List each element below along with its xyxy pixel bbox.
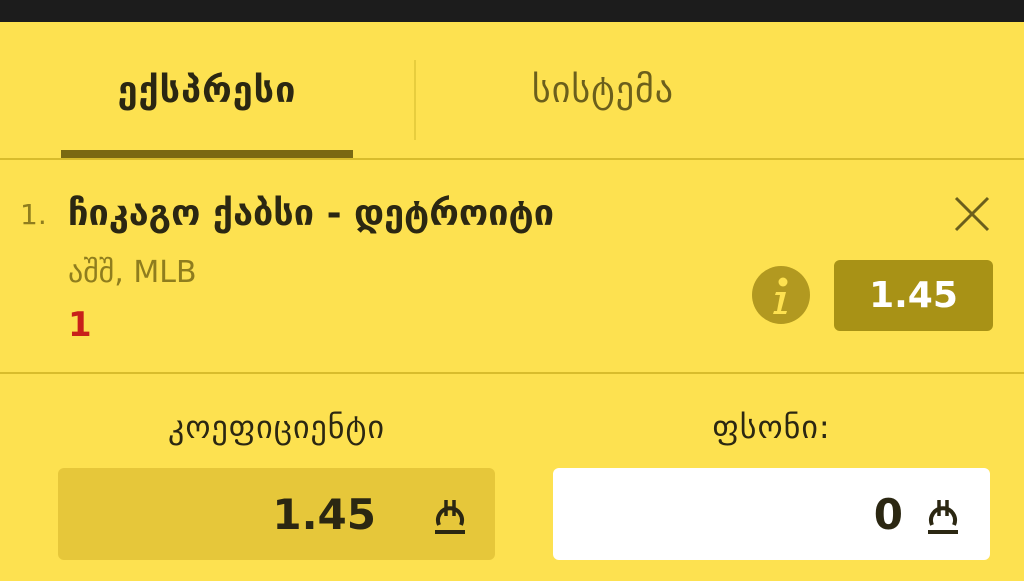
- divider: [0, 372, 1024, 374]
- event-league: აშშ, MLB: [68, 255, 197, 290]
- total-coefficient-value: 1.45: [272, 489, 376, 539]
- stake-label: ფსონი:: [712, 408, 831, 446]
- coefficient-label: კოეფიციენტი: [167, 408, 385, 446]
- remove-bet-button[interactable]: [950, 192, 994, 236]
- stake-input-value: 0: [873, 489, 903, 539]
- total-coefficient-field: 1.45: [58, 468, 495, 560]
- selected-outcome: 1: [68, 305, 92, 345]
- status-bar: [0, 0, 1024, 22]
- odd-value[interactable]: 1.45: [834, 260, 993, 331]
- divider: [0, 158, 1024, 160]
- lari-icon: [435, 500, 465, 534]
- bet-index: 1.: [20, 198, 47, 231]
- event-info-button[interactable]: [752, 266, 810, 324]
- tab-express[interactable]: ექსპრესი: [61, 22, 353, 158]
- lari-icon: [928, 500, 958, 534]
- bet-type-tabs: ექსპრესი სისტემა: [0, 22, 1024, 160]
- stake-input[interactable]: 0: [553, 468, 990, 560]
- close-icon: [954, 196, 990, 232]
- tab-system[interactable]: სისტემა: [418, 22, 788, 158]
- event-title: ჩიკაგო ქაბსი - დეტროიტი: [68, 193, 554, 234]
- info-icon: [773, 277, 788, 314]
- tab-divider: [414, 60, 416, 140]
